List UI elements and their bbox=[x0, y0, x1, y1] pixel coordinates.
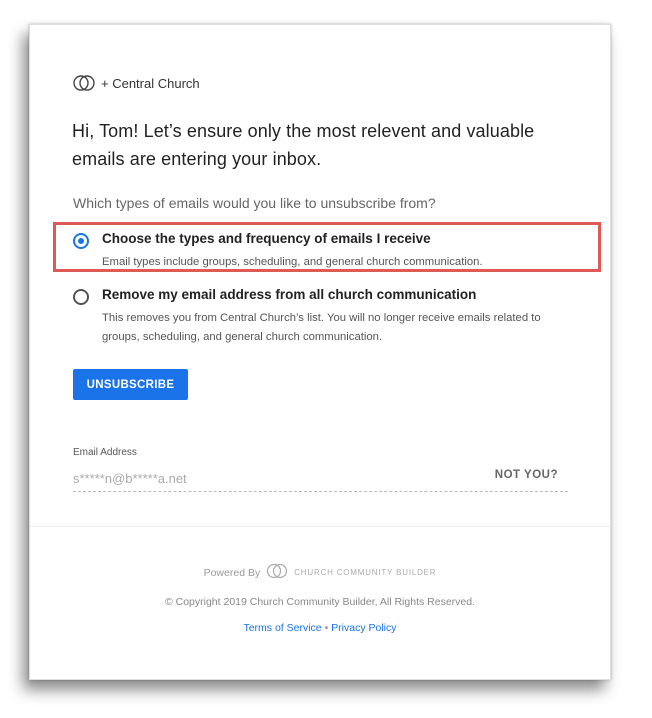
terms-of-service-link[interactable]: Terms of Service bbox=[243, 622, 321, 634]
question-text: Which types of emails would you like to … bbox=[73, 195, 436, 211]
not-you-link[interactable]: NOT YOU? bbox=[495, 469, 558, 481]
link-separator: • bbox=[324, 622, 329, 634]
privacy-policy-link[interactable]: Privacy Policy bbox=[331, 622, 396, 634]
option-remove-all-title: Remove my email address from all church … bbox=[102, 287, 477, 302]
powered-by: Powered By CHURCH COMMUNITY BUILDER bbox=[30, 562, 610, 583]
email-address-value: s*****n@b*****a.net bbox=[73, 471, 187, 486]
copyright-text: © Copyright 2019 Church Community Builde… bbox=[164, 596, 476, 608]
church-logo-icon bbox=[73, 73, 95, 93]
option-choose-types-description: Email types include groups, scheduling, … bbox=[102, 256, 483, 268]
footer-divider bbox=[30, 526, 610, 527]
ccb-name: CHURCH COMMUNITY BUILDER bbox=[294, 568, 437, 577]
ccb-logo-icon bbox=[266, 562, 288, 583]
option-choose-types-title: Choose the types and frequency of emails… bbox=[102, 231, 431, 246]
unsubscribe-button[interactable]: UNSUBSCRIBE bbox=[73, 369, 188, 400]
powered-by-text: Powered By bbox=[203, 566, 261, 579]
page-headline: Hi, Tom! Let’s ensure only the most rele… bbox=[72, 121, 535, 169]
email-underline bbox=[73, 491, 568, 492]
brand-name: + Central Church bbox=[101, 75, 200, 91]
unsubscribe-card: + Central Church Hi, Tom! Let’s ensure o… bbox=[29, 24, 611, 680]
email-address-label: Email Address bbox=[73, 447, 137, 458]
brand-header: + Central Church bbox=[73, 73, 200, 93]
footer-links: Terms of Service • Privacy Policy bbox=[30, 622, 610, 634]
radio-choose-types[interactable] bbox=[73, 233, 89, 249]
radio-remove-all[interactable] bbox=[73, 289, 89, 305]
option-remove-all-description: This removes you from Central Church’s l… bbox=[102, 312, 541, 343]
